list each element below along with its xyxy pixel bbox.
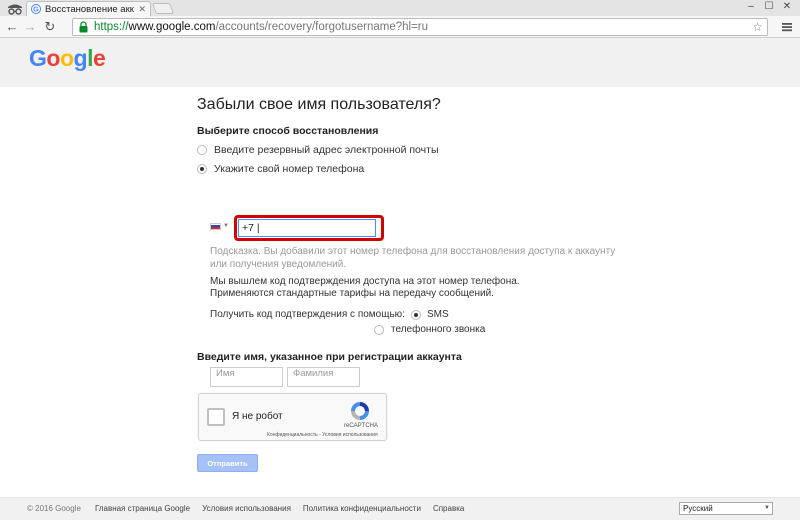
- delivery-call-row[interactable]: телефонного звонка: [374, 324, 485, 335]
- first-name-input[interactable]: Имя: [210, 367, 283, 387]
- delivery-method-row: Получить код подтверждения с помощью: SM…: [210, 309, 449, 320]
- footer-link-terms[interactable]: Условия использования: [202, 504, 291, 513]
- url-host: www.google.com: [128, 21, 216, 33]
- new-tab-button[interactable]: [151, 3, 175, 14]
- browser-menu-icon[interactable]: [780, 20, 794, 34]
- reload-icon[interactable]: ↻: [42, 19, 58, 35]
- radio-call[interactable]: [374, 324, 384, 335]
- country-flag-dropdown[interactable]: ▼: [210, 218, 232, 234]
- last-name-input[interactable]: Фамилия: [287, 367, 360, 387]
- delivery-method-label: Получить код подтверждения с помощью:: [210, 309, 405, 320]
- lock-icon: [78, 21, 89, 33]
- radio-call-label: телефонного звонка: [391, 324, 486, 335]
- copyright: © 2016 Google: [27, 504, 81, 513]
- url-path: /accounts/recovery/forgotusername?hl=ru: [215, 21, 429, 33]
- recaptcha-brand: reCAPTCHA: [344, 423, 379, 429]
- name-section-label: Введите имя, указанное при регистрации а…: [197, 351, 462, 363]
- chevron-down-icon: ▼: [223, 223, 229, 229]
- recaptcha-label: Я не робот: [232, 411, 283, 422]
- radio-sms[interactable]: [410, 309, 421, 320]
- back-arrow-icon[interactable]: ←: [4, 19, 20, 35]
- minimize-icon[interactable]: –: [742, 0, 760, 14]
- close-window-icon[interactable]: ✕: [778, 0, 796, 14]
- radio-phone[interactable]: [197, 164, 207, 174]
- footer-link-help[interactable]: Справка: [433, 504, 464, 513]
- footer-links: © 2016 Google Главная страница Google Ус…: [27, 504, 476, 513]
- bookmark-star-icon[interactable]: ☆: [752, 20, 763, 34]
- address-bar[interactable]: https://www.google.com/accounts/recovery…: [72, 18, 768, 36]
- close-tab-icon[interactable]: ✕: [138, 4, 146, 15]
- recaptcha-widget: Я не робот reCAPTCHA Конфиденциальность …: [198, 393, 387, 441]
- language-value: Русский: [683, 504, 713, 513]
- window-controls: – ☐ ✕: [742, 0, 796, 14]
- browser-toolbar: ← → ↻ https://www.google.com/accounts/re…: [0, 16, 800, 38]
- submit-button[interactable]: Отправить: [197, 454, 258, 472]
- page-header: Google: [0, 39, 800, 87]
- recaptcha-logo-icon: [349, 400, 371, 422]
- google-favicon-icon: G: [31, 4, 41, 14]
- recaptcha-links[interactable]: Конфиденциальность - Условия использован…: [267, 432, 378, 438]
- russia-flag-icon: [210, 222, 221, 230]
- url-scheme: https://: [94, 21, 129, 33]
- phone-hint: Подсказка. Вы добавили этот номер телефо…: [210, 246, 616, 270]
- footer-link-home[interactable]: Главная страница Google: [95, 504, 190, 513]
- recaptcha-checkbox[interactable]: [207, 408, 225, 426]
- page: Google Забыли свое имя пользователя? Выб…: [0, 39, 800, 520]
- incognito-icon: [6, 1, 24, 15]
- page-footer: © 2016 Google Главная страница Google Ус…: [0, 497, 800, 520]
- sms-info: Мы вышлем код подтверждения доступа на э…: [210, 276, 610, 300]
- option-email-label: Введите резервный адрес электронной почт…: [214, 144, 439, 156]
- chevron-down-icon: ▼: [764, 505, 770, 511]
- country-selector[interactable]: ▼: [210, 218, 232, 234]
- recovery-form: Забыли свое имя пользователя? Выберите с…: [0, 87, 800, 497]
- sms-info-line2: Применяются стандартные тарифы на переда…: [210, 288, 494, 299]
- maximize-icon[interactable]: ☐: [760, 0, 778, 14]
- radio-email[interactable]: [197, 145, 207, 155]
- method-label: Выберите способ восстановления: [197, 125, 379, 137]
- browser-tab[interactable]: G Восстановление аккаунт ✕: [26, 1, 151, 16]
- tab-title: Восстановление аккаунт: [45, 3, 135, 15]
- option-email-row[interactable]: Введите резервный адрес электронной почт…: [197, 144, 439, 156]
- forward-arrow-icon[interactable]: →: [22, 19, 38, 35]
- option-phone-label: Укажите свой номер телефона: [214, 163, 365, 175]
- option-phone-row[interactable]: Укажите свой номер телефона: [197, 163, 364, 175]
- svg-text:G: G: [33, 7, 39, 14]
- radio-sms-label[interactable]: SMS: [427, 309, 449, 320]
- browser-tab-strip: G Восстановление аккаунт ✕ – ☐ ✕: [0, 0, 800, 16]
- phone-input[interactable]: +7 |: [238, 219, 376, 237]
- footer-link-privacy[interactable]: Политика конфиденциальности: [303, 504, 421, 513]
- page-title: Забыли свое имя пользователя?: [197, 96, 441, 113]
- google-logo[interactable]: Google: [29, 45, 106, 72]
- sms-info-line1: Мы вышлем код подтверждения доступа на э…: [210, 276, 520, 287]
- language-select[interactable]: Русский ▼: [679, 502, 773, 515]
